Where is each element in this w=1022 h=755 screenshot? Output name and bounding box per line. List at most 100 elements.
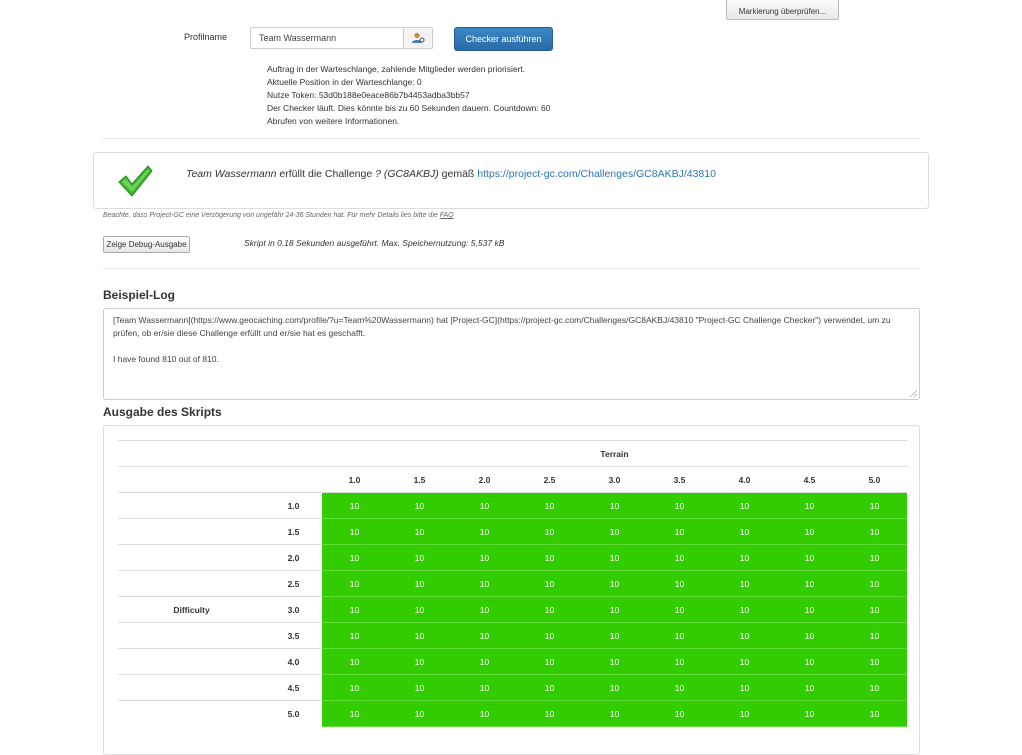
result-text-pre-link: gemäß (438, 168, 478, 180)
matrix-cell: 10 (777, 674, 842, 701)
terrain-col-label: 5.0 (842, 466, 907, 493)
matrix-cell: 10 (452, 622, 517, 649)
difficulty-row-label: 4.0 (265, 648, 322, 675)
runtime-info: Skript in 0.18 Sekunden ausgeführt. Max.… (244, 238, 505, 248)
matrix-cell: 10 (582, 648, 647, 675)
difficulty-row-label: 1.0 (265, 492, 322, 519)
matrix-cell: 10 (777, 570, 842, 597)
matrix-cell: 10 (712, 648, 777, 675)
status-line: Der Checker läuft. Dies könnte bis zu 60… (267, 103, 551, 113)
check-marking-button[interactable]: Markierung überprüfen... (726, 0, 839, 20)
script-output-panel: Terrain 1.0 1.5 2.0 2.5 3.0 3.5 4.0 4.5 5.0 1.0 1… (103, 425, 920, 755)
terrain-col-label: 2.0 (452, 466, 517, 493)
matrix-cell: 10 (452, 700, 517, 727)
matrix-cell: 10 (322, 700, 387, 727)
matrix-cell: 10 (517, 518, 582, 545)
matrix-cell: 10 (452, 518, 517, 545)
matrix-cell: 10 (712, 622, 777, 649)
difficulty-row-label: 5.0 (265, 700, 322, 727)
matrix-cell: 10 (322, 544, 387, 571)
matrix-row: 2.0 10 10 10 10 10 10 10 10 10 (118, 544, 907, 571)
script-output-heading: Ausgabe des Skripts (103, 405, 222, 419)
matrix-cell: 10 (647, 518, 712, 545)
status-line: Aktuelle Position in der Warteschlange: … (267, 77, 422, 87)
matrix-cell: 10 (582, 518, 647, 545)
matrix-cell: 10 (452, 544, 517, 571)
matrix-cell: 10 (647, 570, 712, 597)
green-checkmark-icon (116, 163, 154, 201)
log-line: I have found 810 out of 810. (113, 354, 219, 364)
terrain-col-label: 3.5 (647, 466, 712, 493)
matrix-cell: 10 (647, 544, 712, 571)
matrix-row: 4.0 10 10 10 10 10 10 10 10 10 (118, 648, 907, 675)
matrix-cell: 10 (387, 544, 452, 571)
matrix-cell: 10 (777, 518, 842, 545)
profile-name-value[interactable]: Team Wassermann (251, 28, 403, 48)
matrix-cell: 10 (322, 622, 387, 649)
terrain-col-label: 3.0 (582, 466, 647, 493)
delay-note-text: Beachte, dass Project-GC eine Verzögerun… (103, 212, 440, 219)
difficulty-row-label: 2.0 (265, 544, 322, 571)
difficulty-row-label: 2.5 (265, 570, 322, 597)
show-debug-button[interactable]: Zeige Debug-Ausgabe (103, 236, 190, 253)
matrix-cell: 10 (387, 492, 452, 519)
matrix-cell: 10 (777, 622, 842, 649)
matrix-cell: 10 (517, 648, 582, 675)
matrix-cell: 10 (647, 492, 712, 519)
matrix-cell: 10 (452, 570, 517, 597)
user-lookup-icon[interactable] (403, 28, 432, 48)
terrain-col-label: 4.5 (777, 466, 842, 493)
matrix-row: 1.5 10 10 10 10 10 10 10 10 10 (118, 518, 907, 545)
matrix-cell: 10 (712, 518, 777, 545)
run-checker-button[interactable]: Checker ausführen (454, 27, 553, 51)
matrix-cell: 10 (647, 700, 712, 727)
matrix-cell: 10 (452, 648, 517, 675)
matrix-cell: 10 (517, 622, 582, 649)
difficulty-row-label: 4.5 (265, 674, 322, 701)
matrix-cell: 10 (582, 596, 647, 623)
matrix-cell: 10 (582, 544, 647, 571)
matrix-cell: 10 (387, 674, 452, 701)
matrix-cell: 10 (777, 648, 842, 675)
result-text-mid: erfüllt die Challenge (276, 168, 376, 180)
challenge-link[interactable]: https://project-gc.com/Challenges/GC8AKB… (477, 168, 716, 180)
matrix-cell: 10 (842, 622, 907, 649)
matrix-cell: 10 (452, 674, 517, 701)
terrain-col-label: 1.0 (322, 466, 387, 493)
faq-link[interactable]: FAQ (440, 212, 454, 219)
matrix-cell: 10 (712, 596, 777, 623)
matrix-cell: 10 (322, 570, 387, 597)
status-line: Abrufen von weitere Informationen. (267, 116, 400, 126)
profile-name-label: Profilname (184, 32, 228, 42)
matrix-cell: 10 (582, 622, 647, 649)
matrix-cell: 10 (582, 570, 647, 597)
matrix-cell: 10 (842, 544, 907, 571)
matrix-cell: 10 (712, 492, 777, 519)
matrix-cell: 10 (387, 570, 452, 597)
matrix-cell: 10 (842, 674, 907, 701)
matrix-cell: 10 (322, 648, 387, 675)
terrain-col-label: 2.5 (517, 466, 582, 493)
matrix-cell: 10 (582, 492, 647, 519)
matrix-cell: 10 (582, 700, 647, 727)
matrix-row: 2.5 10 10 10 10 10 10 10 10 10 (118, 570, 907, 597)
matrix-cell: 10 (517, 596, 582, 623)
matrix-cell: 10 (842, 570, 907, 597)
matrix-cell: 10 (517, 492, 582, 519)
terrain-header: Terrain (322, 440, 907, 467)
profile-name-field[interactable]: Team Wassermann (250, 27, 433, 49)
matrix-cell: 10 (842, 700, 907, 727)
matrix-cell: 10 (647, 648, 712, 675)
sample-log-textarea[interactable]: [Team Wassermann](https://www.geocaching… (103, 308, 920, 400)
status-line: Auftrag in der Warteschlange, zahlende M… (267, 64, 526, 74)
resize-handle-icon[interactable] (909, 389, 917, 397)
log-line: [Team Wassermann](https://www.geocaching… (113, 315, 893, 338)
divider (103, 268, 920, 269)
status-line: Nutze Token: 53d0b188e0eace86b7b4453adba… (267, 90, 470, 100)
delay-note: Beachte, dass Project-GC eine Verzögerun… (103, 212, 454, 219)
difficulty-row-label: 3.5 (265, 622, 322, 649)
result-message: Team Wassermann erfüllt die Challenge ? … (186, 168, 716, 180)
matrix-row: 1.0 10 10 10 10 10 10 10 10 10 (118, 492, 907, 519)
matrix-cell: 10 (517, 570, 582, 597)
matrix-cell: 10 (842, 518, 907, 545)
